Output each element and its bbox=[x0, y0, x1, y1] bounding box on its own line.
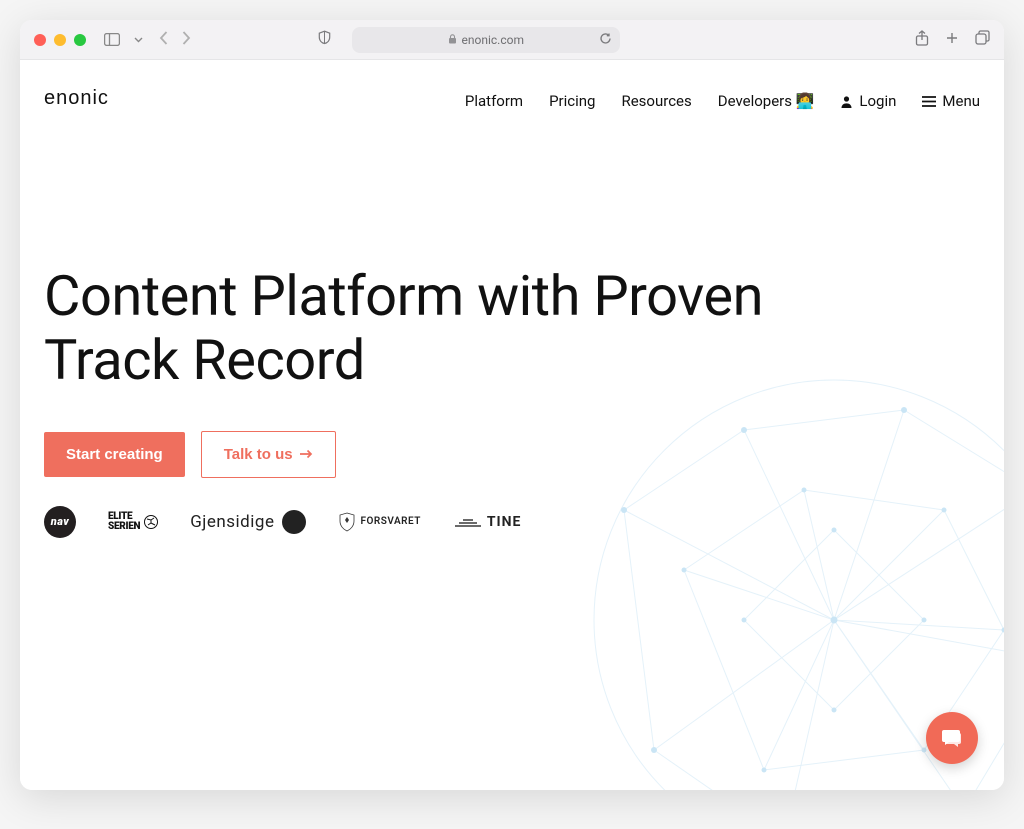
ball-icon bbox=[144, 515, 158, 529]
nav-login[interactable]: Login bbox=[840, 92, 896, 110]
site-header: enonic Platform Pricing Resources Develo… bbox=[20, 60, 1004, 134]
privacy-shield-icon[interactable] bbox=[317, 30, 332, 49]
address-bar[interactable]: enonic.com bbox=[352, 27, 620, 53]
crest-icon bbox=[338, 512, 356, 532]
arrow-right-icon bbox=[299, 446, 313, 463]
webpage: enonic Platform Pricing Resources Develo… bbox=[20, 60, 1004, 790]
menu-label: Menu bbox=[942, 92, 980, 110]
tabs-icon[interactable] bbox=[975, 30, 990, 49]
share-icon[interactable] bbox=[915, 30, 929, 50]
refresh-icon[interactable] bbox=[599, 30, 612, 49]
url-text: enonic.com bbox=[462, 33, 524, 47]
new-tab-icon[interactable] bbox=[945, 30, 959, 49]
close-icon[interactable] bbox=[34, 34, 46, 46]
maximize-icon[interactable] bbox=[74, 34, 86, 46]
chat-button[interactable] bbox=[926, 712, 978, 764]
client-logo-gjensidige: Gjensidige bbox=[190, 510, 306, 534]
nav-developers[interactable]: Developers 👩‍💻 bbox=[718, 92, 815, 110]
back-icon[interactable] bbox=[159, 30, 168, 49]
client-logo-eliteserien: ELITE SERIEN bbox=[108, 512, 158, 532]
logo-wordmark: enonic bbox=[44, 88, 128, 108]
talk-to-us-button[interactable]: Talk to us bbox=[201, 431, 336, 478]
main-nav: Platform Pricing Resources Developers 👩‍… bbox=[465, 92, 980, 110]
client-logo-forsvaret: FORSVARET bbox=[338, 512, 420, 532]
client-logo-tine: TINE bbox=[453, 514, 522, 530]
nav-logo-icon: nav bbox=[44, 506, 76, 538]
svg-text:enonic: enonic bbox=[44, 88, 109, 108]
browser-window: enonic.com enonic bbox=[20, 20, 1004, 790]
chat-icon bbox=[940, 726, 964, 750]
nav-platform[interactable]: Platform bbox=[465, 92, 523, 110]
forward-icon[interactable] bbox=[182, 30, 191, 49]
hamburger-icon bbox=[922, 96, 936, 107]
talk-to-us-label: Talk to us bbox=[224, 446, 293, 463]
start-creating-button[interactable]: Start creating bbox=[44, 432, 185, 477]
browser-toolbar: enonic.com bbox=[20, 20, 1004, 60]
lock-icon bbox=[448, 33, 457, 47]
nav-menu[interactable]: Menu bbox=[922, 92, 980, 110]
hero-title: Content Platform with Proven Track Recor… bbox=[44, 264, 896, 393]
client-logos: nav ELITE SERIEN Gjensidige FORSVARET bbox=[44, 506, 896, 538]
site-logo[interactable]: enonic bbox=[44, 88, 128, 114]
tine-mark-icon bbox=[453, 518, 483, 528]
minimize-icon[interactable] bbox=[54, 34, 66, 46]
nav-resources[interactable]: Resources bbox=[621, 92, 691, 110]
hero-section: Content Platform with Proven Track Recor… bbox=[20, 134, 920, 578]
nav-pricing[interactable]: Pricing bbox=[549, 92, 595, 110]
client-logo-nav: nav bbox=[44, 506, 76, 538]
cta-row: Start creating Talk to us bbox=[44, 431, 896, 478]
person-icon bbox=[840, 95, 853, 108]
sidebar-toggle-icon[interactable] bbox=[104, 33, 120, 46]
window-controls bbox=[34, 34, 86, 46]
watchman-icon bbox=[282, 510, 306, 534]
login-label: Login bbox=[859, 92, 896, 110]
chevron-down-icon[interactable] bbox=[134, 37, 143, 43]
